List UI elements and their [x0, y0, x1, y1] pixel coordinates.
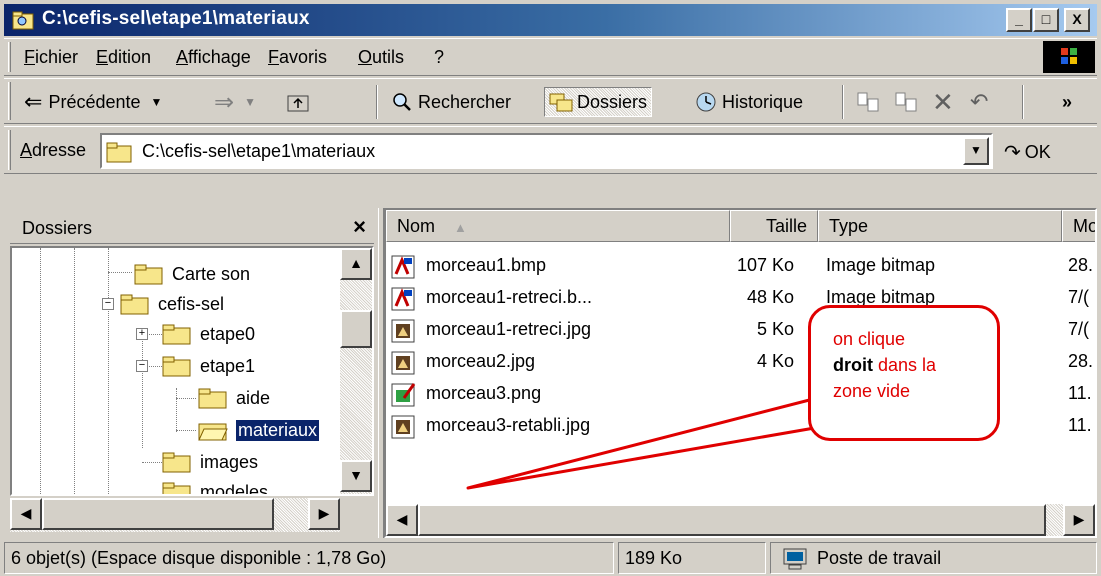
callout-pointer	[466, 394, 828, 490]
annotation-callout: on clique droit dans la zone vide	[808, 305, 1000, 441]
callout-line-3: zone vide	[833, 381, 911, 401]
callout-line-2: droit dans la	[833, 355, 937, 375]
callout-line-1: on clique	[833, 329, 906, 349]
explorer-window: C:\cefis-sel\etape1\materiaux _ □ X Fich…	[0, 0, 1101, 576]
